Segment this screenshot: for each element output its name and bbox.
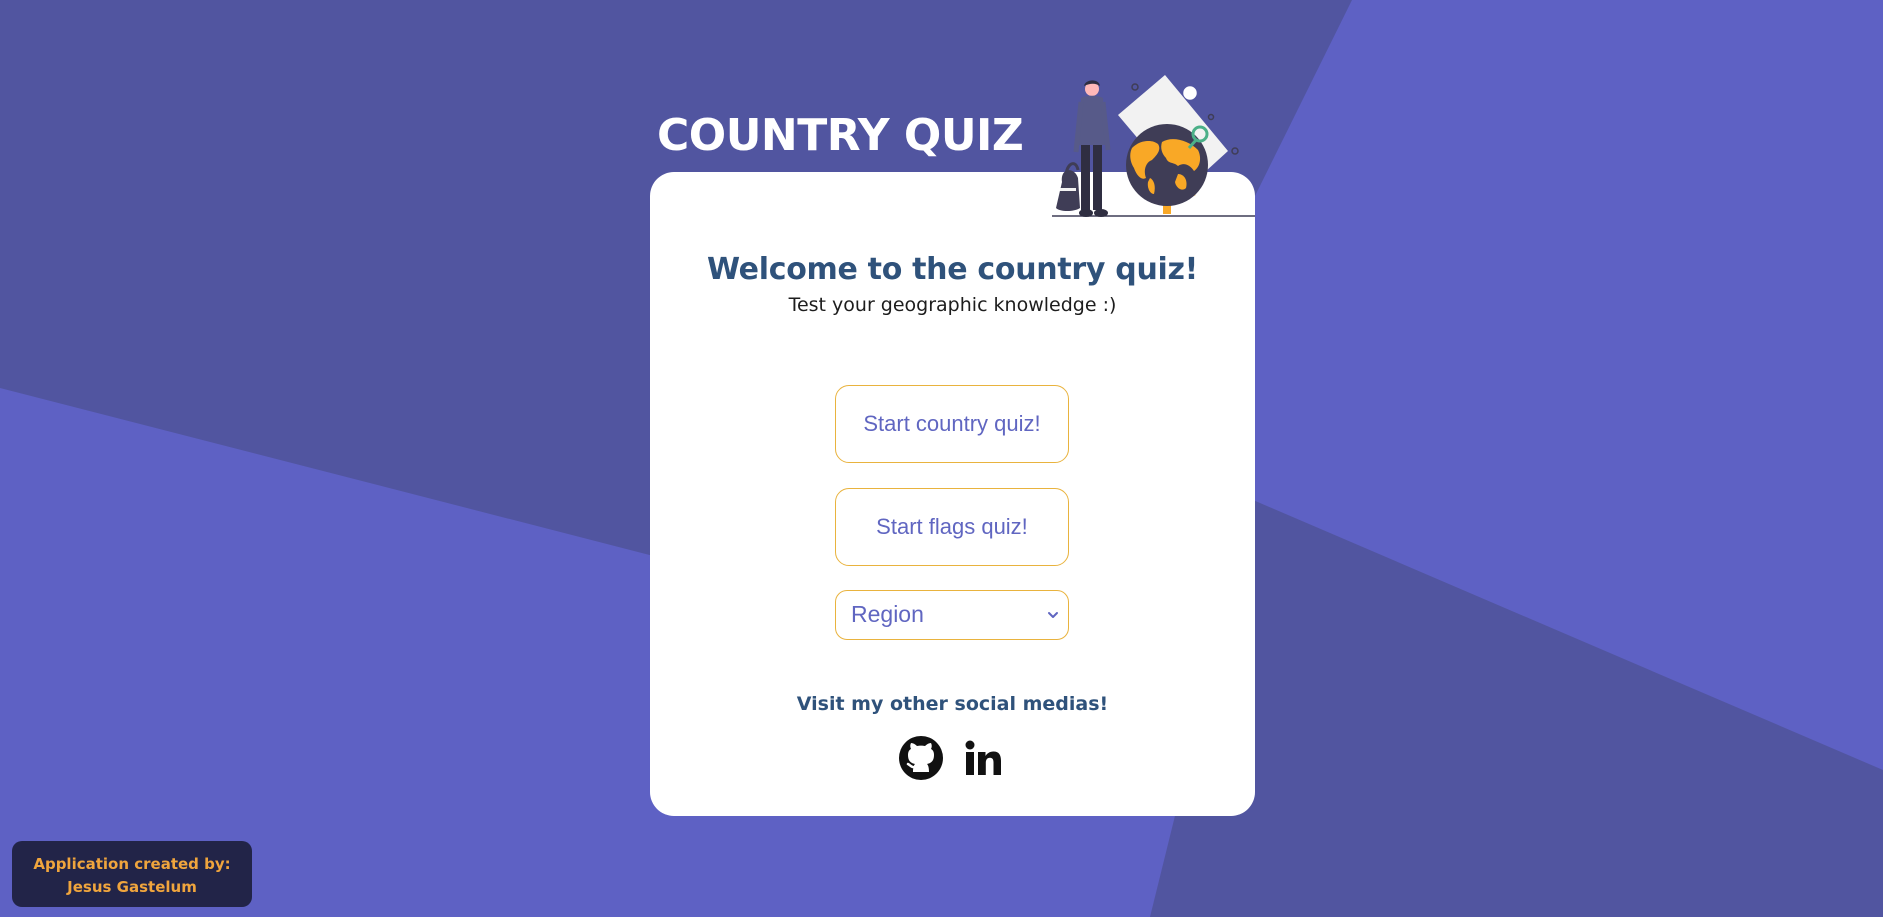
linkedin-link[interactable] xyxy=(960,735,1006,781)
start-flags-quiz-button[interactable]: Start flags quiz! xyxy=(835,488,1069,566)
credit-label: Application created by: xyxy=(33,855,231,873)
social-heading: Visit my other social medias! xyxy=(796,693,1109,715)
region-select[interactable]: Region xyxy=(835,590,1069,640)
github-link[interactable] xyxy=(898,735,944,781)
github-icon xyxy=(899,736,943,780)
chevron-down-icon xyxy=(1048,612,1058,618)
app-title: COUNTRY QUIZ xyxy=(657,110,1024,161)
credit-badge: Application created by: Jesus Gastelum xyxy=(12,841,252,907)
background-shape-bottom-right xyxy=(1150,500,1883,917)
social-links xyxy=(898,735,1008,781)
region-select-value: Region xyxy=(851,601,924,627)
linkedin-icon xyxy=(965,740,1001,775)
quiz-page: COUNTRY QUIZ Welcome to the country quiz… xyxy=(0,0,1883,917)
welcome-heading: Welcome to the country quiz! xyxy=(706,252,1199,287)
quiz-card: Welcome to the country quiz! Test your g… xyxy=(650,172,1255,816)
traveler-globe-illustration xyxy=(1052,75,1255,217)
start-country-quiz-button[interactable]: Start country quiz! xyxy=(835,385,1069,463)
credit-author: Jesus Gastelum xyxy=(67,878,197,896)
welcome-subtitle: Test your geographic knowledge :) xyxy=(788,294,1117,316)
